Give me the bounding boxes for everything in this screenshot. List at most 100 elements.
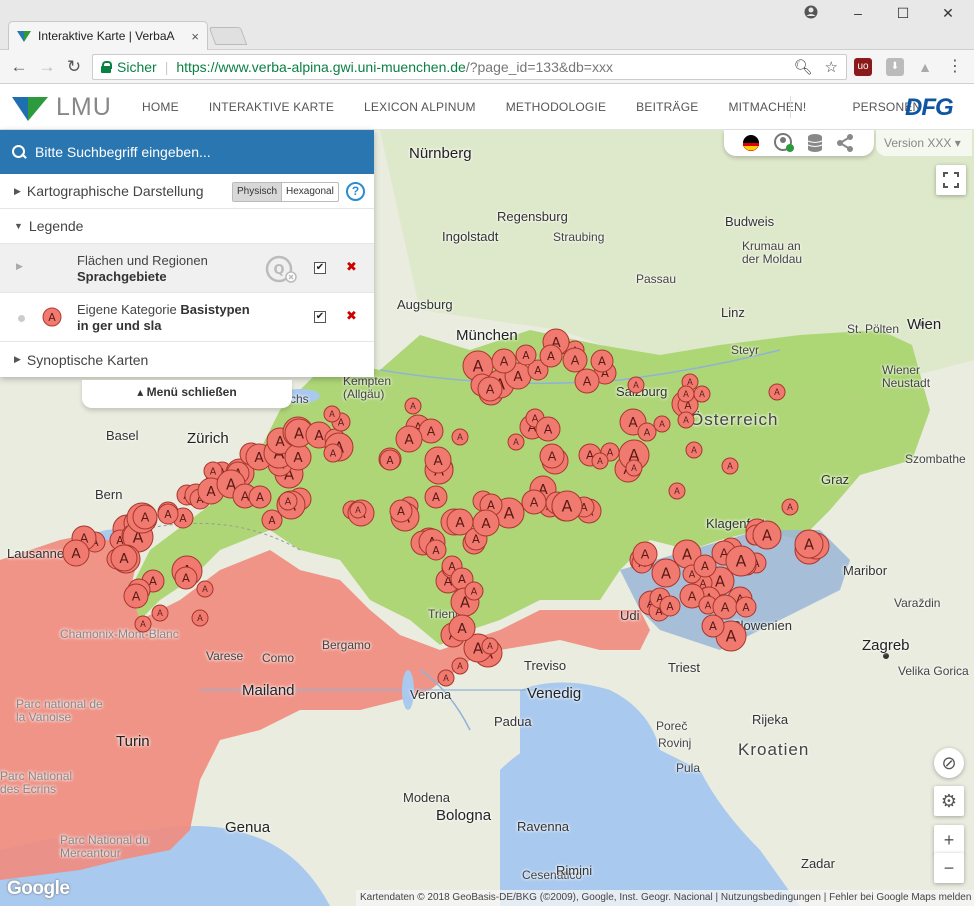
- chrome-menu-icon[interactable]: ⋮: [946, 58, 964, 76]
- version-select[interactable]: Version XXX ▾: [876, 130, 972, 156]
- map-marker-a[interactable]: A: [323, 443, 343, 463]
- zoom-in-button[interactable]: +: [934, 825, 964, 855]
- nav-contributions[interactable]: BEITRÄGE: [636, 100, 698, 114]
- map-marker-a[interactable]: A: [735, 596, 757, 618]
- map-marker-a[interactable]: A: [627, 376, 645, 394]
- map-marker-a[interactable]: A: [685, 441, 703, 459]
- map-marker-a[interactable]: A: [591, 452, 609, 470]
- toggle-hexagonal[interactable]: Hexagonal: [282, 183, 338, 201]
- map-marker-a[interactable]: A: [539, 344, 563, 368]
- map-marker-a[interactable]: A: [507, 433, 525, 451]
- map-marker-a[interactable]: A: [349, 501, 367, 519]
- quantify-icon[interactable]: Q: [264, 255, 298, 285]
- nav-interactive-map[interactable]: INTERAKTIVE KARTE: [209, 100, 334, 114]
- map-marker-a[interactable]: A: [677, 411, 695, 429]
- map-marker-a[interactable]: A: [632, 541, 658, 567]
- close-icon[interactable]: ✕: [938, 5, 958, 22]
- maximize-icon[interactable]: ☐: [893, 5, 913, 22]
- display-mode-toggle[interactable]: Physisch Hexagonal: [232, 182, 339, 202]
- map-marker-a[interactable]: A: [284, 443, 312, 471]
- legend-item-checkbox[interactable]: ✔: [314, 311, 326, 323]
- nav-home[interactable]: HOME: [142, 100, 179, 114]
- map-marker-a[interactable]: A: [637, 422, 657, 442]
- nav-participate[interactable]: MITMACHEN!: [728, 100, 806, 114]
- map-marker-a[interactable]: A: [323, 405, 341, 423]
- map-marker-a[interactable]: A: [248, 485, 272, 509]
- database-icon[interactable]: [806, 133, 824, 153]
- map-marker-a[interactable]: A: [590, 349, 614, 373]
- share-icon[interactable]: [836, 133, 854, 153]
- dfg-logo[interactable]: DFG: [905, 94, 954, 122]
- map-marker-a[interactable]: A: [794, 529, 824, 559]
- section-cartographic[interactable]: ▶ Kartographische Darstellung Physisch H…: [0, 174, 374, 209]
- map-attribution[interactable]: Kartendaten © 2018 GeoBasis-DE/BKG (©200…: [356, 890, 974, 906]
- search-bar[interactable]: Bitte Suchbegriff eingeben...: [0, 130, 374, 174]
- bookmark-star-icon[interactable]: ☆: [825, 58, 838, 76]
- map-marker-a[interactable]: A: [668, 482, 686, 500]
- map-marker-a[interactable]: A: [653, 415, 671, 433]
- nav-lexicon[interactable]: LEXICON ALPINUM: [364, 100, 476, 114]
- map-marker-a[interactable]: A: [451, 657, 469, 675]
- drive-extension-icon[interactable]: ▲: [916, 58, 934, 76]
- legend-item-sprachgebiete[interactable]: ▶ Flächen und Regionen Sprachgebiete Q ✔…: [0, 244, 374, 293]
- settings-button[interactable]: ⚙: [934, 786, 964, 816]
- new-tab-button[interactable]: [208, 27, 248, 45]
- search-input[interactable]: Bitte Suchbegriff eingeben...: [35, 144, 211, 160]
- forward-icon[interactable]: →: [36, 56, 58, 78]
- map-marker-a[interactable]: A: [562, 347, 588, 373]
- zoom-icon[interactable]: 🔍︎: [794, 58, 813, 76]
- user-icon[interactable]: [801, 5, 821, 22]
- map-marker-a[interactable]: A: [693, 385, 711, 403]
- map-marker-a[interactable]: A: [539, 443, 565, 469]
- reload-icon[interactable]: ↻: [63, 56, 85, 78]
- map-marker-a[interactable]: A: [425, 539, 447, 561]
- map-marker-a[interactable]: A: [521, 489, 547, 515]
- map-marker-a[interactable]: A: [134, 615, 152, 633]
- map-marker-a[interactable]: A: [464, 581, 484, 601]
- map-marker-a[interactable]: A: [677, 385, 695, 403]
- map-marker-a[interactable]: A: [437, 669, 455, 687]
- map-marker-a[interactable]: A: [418, 418, 444, 444]
- tab-close-icon[interactable]: ×: [191, 29, 199, 44]
- map-marker-a[interactable]: A: [174, 566, 198, 590]
- close-menu-button[interactable]: ▴ Menü schließen: [82, 380, 292, 408]
- section-synoptic[interactable]: ▶ Synoptische Karten: [0, 342, 374, 377]
- lmu-logo[interactable]: LMU: [12, 93, 112, 122]
- expand-arrow-icon[interactable]: ▶: [16, 261, 23, 272]
- zoom-out-button[interactable]: −: [934, 853, 964, 883]
- map-marker-a[interactable]: A: [535, 416, 561, 442]
- browser-tab[interactable]: Interaktive Karte | VerbaA ×: [8, 21, 208, 50]
- map-marker-a[interactable]: A: [625, 459, 643, 477]
- map-marker-a[interactable]: A: [157, 503, 179, 525]
- map-marker-a[interactable]: A: [451, 428, 469, 446]
- help-icon[interactable]: ?: [346, 182, 365, 201]
- map-marker-a[interactable]: A: [404, 397, 422, 415]
- toggle-physisch[interactable]: Physisch: [233, 183, 283, 201]
- map-marker-a[interactable]: A: [196, 580, 214, 598]
- map-marker-a[interactable]: A: [424, 446, 452, 474]
- map-marker-a[interactable]: A: [424, 485, 448, 509]
- map-marker-a[interactable]: A: [395, 425, 423, 453]
- compass-button[interactable]: ⊘: [934, 748, 964, 778]
- map-marker-a[interactable]: A: [151, 604, 169, 622]
- map-marker-a[interactable]: A: [768, 383, 786, 401]
- legend-item-checkbox[interactable]: ✔: [314, 262, 326, 274]
- map-marker-a[interactable]: A: [472, 509, 500, 537]
- map-marker-a[interactable]: A: [477, 376, 503, 402]
- map-marker-a[interactable]: A: [781, 498, 799, 516]
- map-marker-a[interactable]: A: [725, 545, 757, 577]
- map-marker-a[interactable]: A: [389, 499, 413, 523]
- pdf-extension-icon[interactable]: ⬇: [886, 58, 904, 76]
- section-legend[interactable]: ▼ Legende: [0, 209, 374, 244]
- german-flag-icon[interactable]: [742, 134, 760, 152]
- nav-methodology[interactable]: METHODOLOGIE: [506, 100, 606, 114]
- map-marker-a[interactable]: A: [659, 595, 681, 617]
- map-marker-a[interactable]: A: [62, 539, 90, 567]
- remove-icon[interactable]: ✖: [346, 308, 357, 324]
- address-bar[interactable]: Sicher | https://www.verba-alpina.gwi.un…: [92, 54, 847, 80]
- legend-item-basistypen[interactable]: A Eigene Kategorie Basistypen in ger und…: [0, 293, 374, 342]
- map-marker-a[interactable]: A: [278, 491, 298, 511]
- map-marker-a[interactable]: A: [491, 348, 517, 374]
- map-marker-a[interactable]: A: [551, 490, 583, 522]
- remove-icon[interactable]: ✖: [346, 259, 357, 275]
